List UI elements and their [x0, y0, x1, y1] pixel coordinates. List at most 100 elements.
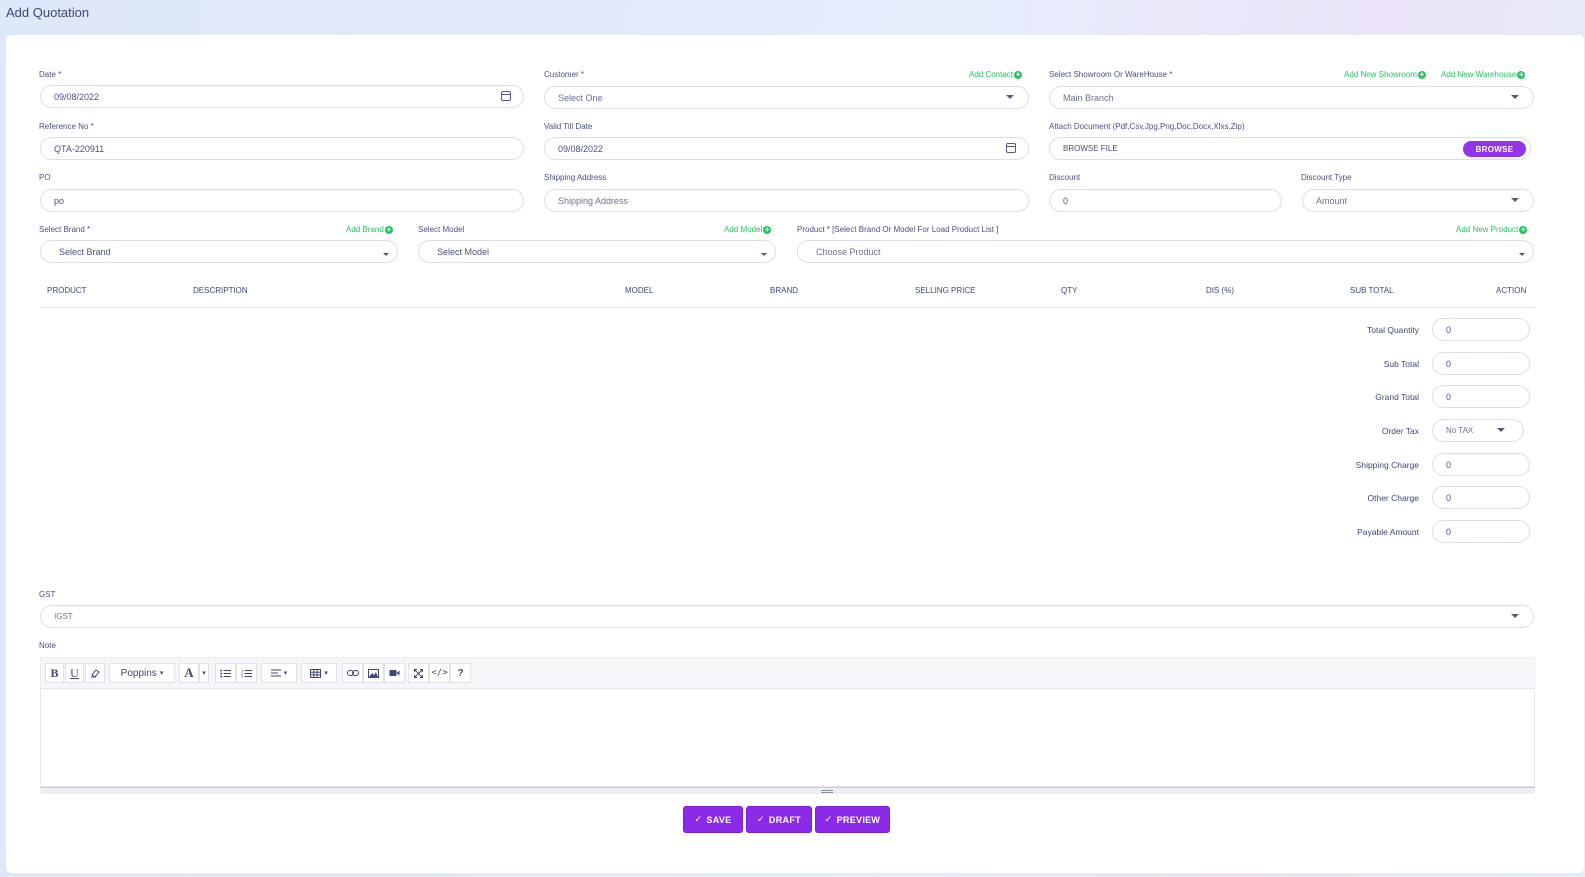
po-input[interactable]: po [40, 189, 524, 212]
code-view-icon[interactable]: </> [429, 663, 450, 683]
total-quantity-value: 0 [1446, 324, 1452, 335]
ordered-list-icon[interactable]: 123 [236, 663, 257, 683]
customer-select[interactable]: Select One [544, 86, 1029, 109]
image-icon[interactable] [363, 663, 384, 683]
add-new-warehouse-link[interactable]: Add New Warehouse + [1441, 70, 1526, 79]
table-insert-dropdown[interactable]: ▾ [301, 663, 337, 683]
shipping-address-input[interactable]: Shipping Address [544, 189, 1029, 212]
reference-input[interactable]: QTA-220911 [40, 137, 524, 160]
other-charge-input[interactable]: 0 [1432, 486, 1530, 509]
brand-select[interactable]: Select Brand [40, 240, 398, 263]
add-new-product-text: Add New Product [1456, 225, 1519, 234]
grand-total-input[interactable]: 0 [1432, 385, 1530, 408]
add-contact-link[interactable]: Add Contact + [969, 69, 1023, 79]
svg-text:3: 3 [241, 675, 243, 678]
plus-circle-icon: + [1417, 69, 1426, 79]
fullscreen-icon[interactable] [408, 663, 429, 683]
page-title: Add Quotation [6, 5, 90, 20]
underline-button[interactable]: U [65, 663, 84, 683]
showroom-select[interactable]: Main Branch [1049, 86, 1534, 109]
valid-till-input[interactable]: 09/08/2022 [544, 137, 1029, 160]
sub-total-input[interactable]: 0 [1432, 352, 1530, 375]
add-new-showroom-link[interactable]: Add New Showroom + [1344, 70, 1426, 79]
preview-button-label: PREVIEW [836, 814, 881, 825]
caret-down-icon: ▾ [159, 670, 164, 677]
col-sub-total: SUB TOTAL [1350, 286, 1394, 295]
plus-circle-icon: + [1519, 224, 1528, 234]
chevron-down-icon [1519, 253, 1525, 256]
other-charge-label: Other Charge [1367, 493, 1420, 503]
browse-button[interactable]: BROWSE [1463, 141, 1526, 157]
brand-label: Select Brand * [39, 225, 91, 234]
po-value: po [54, 195, 65, 206]
add-new-showroom-text: Add New Showroom [1344, 70, 1417, 79]
plus-circle-icon: + [1014, 69, 1023, 79]
date-value: 09/08/2022 [54, 91, 100, 102]
video-icon[interactable] [384, 663, 405, 683]
draft-button[interactable]: ✓ DRAFT [746, 806, 812, 833]
note-editor-toolbar: B U Poppins ▾ A ▾ 123 ▾ ▾ </> ? [40, 657, 1535, 688]
model-select[interactable]: Select Model [418, 240, 776, 263]
payable-amount-input[interactable]: 0 [1432, 520, 1530, 543]
plus-circle-icon: + [763, 224, 772, 234]
unordered-list-icon[interactable] [215, 663, 236, 683]
total-quantity-input[interactable]: 0 [1432, 318, 1530, 341]
font-color-icon[interactable]: A [179, 663, 199, 683]
shipping-charge-label: Shipping Charge [1355, 460, 1419, 470]
link-icon[interactable] [342, 663, 363, 683]
valid-till-value: 09/08/2022 [558, 143, 604, 154]
payable-amount-label: Payable Amount [1357, 527, 1419, 537]
add-model-link[interactable]: Add Model + [724, 224, 772, 234]
font-color-caret-icon[interactable]: ▾ [199, 663, 209, 683]
add-new-product-link[interactable]: Add New Product + [1456, 224, 1528, 234]
discount-type-select[interactable]: Amount [1302, 189, 1534, 212]
paragraph-align-dropdown[interactable]: ▾ [261, 663, 297, 683]
payable-amount-value: 0 [1446, 526, 1452, 537]
po-label: PO [39, 173, 51, 182]
order-tax-label: Order Tax [1381, 426, 1419, 436]
discount-label: Discount [1049, 173, 1081, 182]
discount-type-selected-value: Amount [1316, 195, 1348, 206]
gst-label: GST [39, 590, 56, 599]
chevron-down-icon [383, 253, 389, 256]
discount-input[interactable]: 0 [1049, 189, 1282, 212]
gst-select[interactable]: IGST [40, 605, 1534, 628]
shipping-charge-input[interactable]: 0 [1432, 453, 1530, 476]
attach-document-input[interactable]: BROWSE FILE BROWSE [1049, 137, 1531, 160]
col-brand: BRAND [770, 286, 799, 295]
preview-button[interactable]: ✓ PREVIEW [815, 806, 890, 833]
attach-document-label: Attach Document (Pdf,Csv,Jpg,Png,Doc,Doc… [1049, 122, 1245, 131]
save-button-label: SAVE [706, 814, 732, 825]
editor-resize-handle[interactable] [40, 787, 1535, 794]
chevron-down-icon [1497, 428, 1505, 432]
add-contact-text: Add Contact [969, 70, 1014, 79]
date-input[interactable]: 09/08/2022 [40, 85, 524, 108]
sub-total-value: 0 [1446, 358, 1452, 369]
col-action: ACTION [1496, 286, 1527, 295]
add-brand-link[interactable]: Add Brand + [346, 225, 393, 234]
check-icon: ✓ [694, 814, 703, 824]
calendar-icon[interactable] [1006, 143, 1016, 153]
calendar-icon[interactable] [501, 91, 511, 101]
order-tax-select[interactable]: No TAX [1432, 419, 1524, 442]
col-description: DESCRIPTION [193, 286, 248, 295]
col-model: MODEL [625, 286, 654, 295]
reference-value: QTA-220911 [54, 143, 105, 154]
chevron-down-icon [1006, 95, 1014, 99]
product-select[interactable]: Choose Product [797, 240, 1534, 263]
showroom-selected-value: Main Branch [1063, 92, 1114, 103]
col-product: PRODUCT [47, 286, 87, 295]
help-icon[interactable]: ? [450, 663, 471, 683]
brand-selected-value: Select Brand [59, 246, 111, 257]
bold-button[interactable]: B [45, 663, 64, 683]
total-quantity-label: Total Quantity [1367, 325, 1419, 335]
product-label: Product * [Select Brand Or Model For Loa… [797, 225, 999, 234]
font-family-value: Poppins [120, 667, 157, 679]
note-editor-area[interactable] [40, 688, 1535, 787]
save-button[interactable]: ✓ SAVE [683, 806, 743, 833]
font-family-dropdown[interactable]: Poppins ▾ [109, 663, 175, 683]
chevron-down-icon [761, 253, 767, 256]
shipping-charge-value: 0 [1446, 459, 1452, 470]
eraser-icon[interactable] [85, 663, 105, 683]
add-brand-text: Add Brand [346, 225, 384, 234]
